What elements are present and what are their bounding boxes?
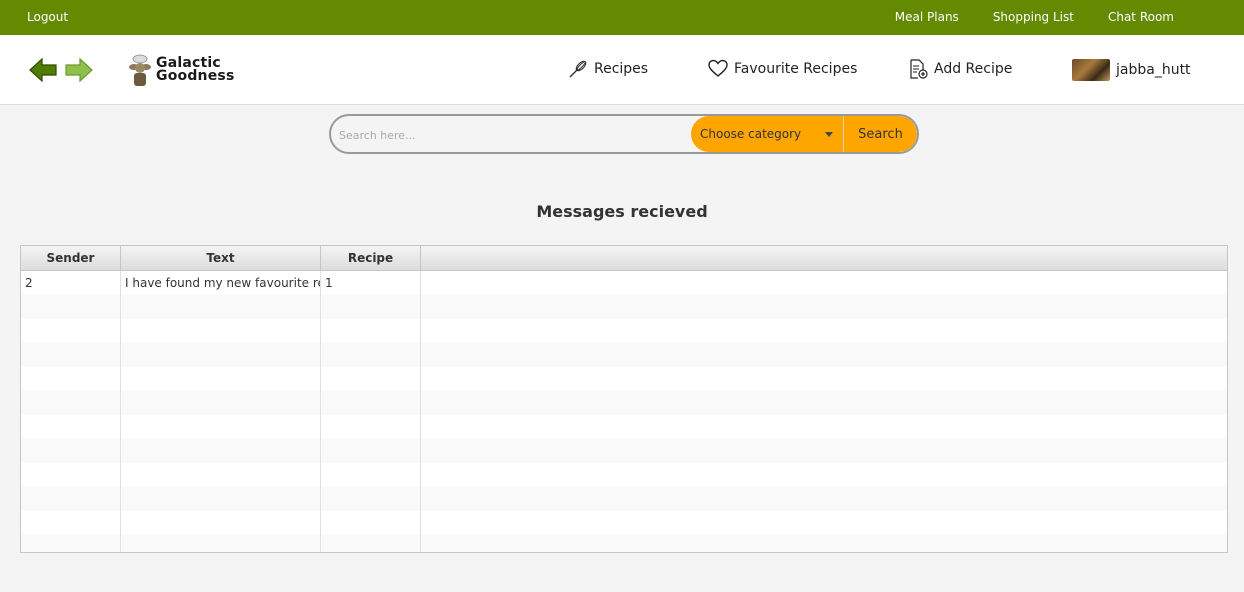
table-cell [21,295,121,319]
table-cell [21,511,121,535]
main-nav: Recipes Favourite Recipes Add Recipe jab… [0,59,1244,83]
table-cell [121,463,321,487]
table-row[interactable] [21,343,1227,367]
table-cell [21,415,121,439]
logout-link[interactable]: Logout [27,10,68,24]
shopping-list-link[interactable]: Shopping List [993,10,1074,24]
meal-plans-link[interactable]: Meal Plans [895,10,959,24]
table-cell [421,439,1227,463]
table-cell [321,463,421,487]
table-row[interactable] [21,535,1227,552]
table-row[interactable] [21,295,1227,319]
table-cell [421,367,1227,391]
table-row[interactable] [21,463,1227,487]
table-cell [321,535,421,552]
table-cell [21,367,121,391]
chevron-down-icon [825,132,833,137]
table-cell [21,391,121,415]
table-cell [421,463,1227,487]
nav-add-recipe-label: Add Recipe [934,61,1013,77]
table-cell [121,343,321,367]
table-cell [421,487,1227,511]
table-row[interactable] [21,511,1227,535]
table-row[interactable] [21,391,1227,415]
table-cell [121,415,321,439]
chat-room-link[interactable]: Chat Room [1108,10,1174,24]
table-header: Sender Text Recipe [21,246,1227,271]
table-row[interactable] [21,415,1227,439]
table-cell: I have found my new favourite reci… [121,271,321,295]
avatar [1072,59,1110,81]
table-cell [421,535,1227,552]
username: jabba_hutt [1116,62,1191,78]
table-row[interactable] [21,367,1227,391]
top-bar: Logout Meal Plans Shopping List Chat Roo… [0,0,1244,35]
table-cell [421,415,1227,439]
table-cell [121,535,321,552]
table-cell [21,439,121,463]
table-row[interactable]: 2I have found my new favourite reci…1 [21,271,1227,295]
table-row[interactable] [21,319,1227,343]
table-cell [421,271,1227,295]
search-bar: Choose category Search [329,114,919,154]
heart-icon [708,59,728,77]
table-cell [421,343,1227,367]
table-cell [121,511,321,535]
table-cell [321,439,421,463]
nav-add-recipe[interactable]: Add Recipe [908,59,1012,79]
column-header-text[interactable]: Text [121,246,321,270]
table-cell [121,319,321,343]
add-document-icon [910,59,928,79]
table-cell [121,487,321,511]
table-cell [21,463,121,487]
search-input[interactable] [339,125,679,145]
table-cell [321,343,421,367]
table-cell [121,367,321,391]
table-cell [321,511,421,535]
category-label: Choose category [700,127,802,141]
table-cell [121,391,321,415]
table-cell [121,439,321,463]
table-cell [321,319,421,343]
table-cell [421,391,1227,415]
nav-recipes-label: Recipes [594,61,649,77]
column-header-recipe[interactable]: Recipe [321,246,421,270]
nav-user-profile[interactable]: jabba_hutt [1072,59,1191,81]
table-row[interactable] [21,487,1227,511]
table-cell [421,319,1227,343]
table-cell [321,487,421,511]
table-cell: 2 [21,271,121,295]
nav-recipes[interactable]: Recipes [568,59,648,79]
nav-bar: Galactic Goodness Recipes Favourite Reci… [0,35,1244,105]
table-cell [321,295,421,319]
table-cell [421,511,1227,535]
column-header-filler [421,246,1227,270]
top-links: Meal Plans Shopping List Chat Room [895,10,1174,24]
nav-favourite-recipes[interactable]: Favourite Recipes [708,59,857,79]
table-cell [21,535,121,552]
column-header-sender[interactable]: Sender [21,246,121,270]
table-cell [21,343,121,367]
table-cell [321,391,421,415]
table-row[interactable] [21,439,1227,463]
category-select[interactable]: Choose category [691,116,843,152]
messages-table: Sender Text Recipe 2I have found my new … [20,245,1228,553]
table-cell: 1 [321,271,421,295]
table-cell [121,295,321,319]
table-cell [421,295,1227,319]
search-button[interactable]: Search [843,116,917,152]
table-cell [321,367,421,391]
nav-favourite-label: Favourite Recipes [734,61,858,77]
table-cell [321,415,421,439]
whisk-icon [569,60,587,78]
page-title: Messages recieved [536,202,708,221]
table-cell [21,487,121,511]
table-cell [21,319,121,343]
table-body: 2I have found my new favourite reci…1 [21,271,1227,552]
